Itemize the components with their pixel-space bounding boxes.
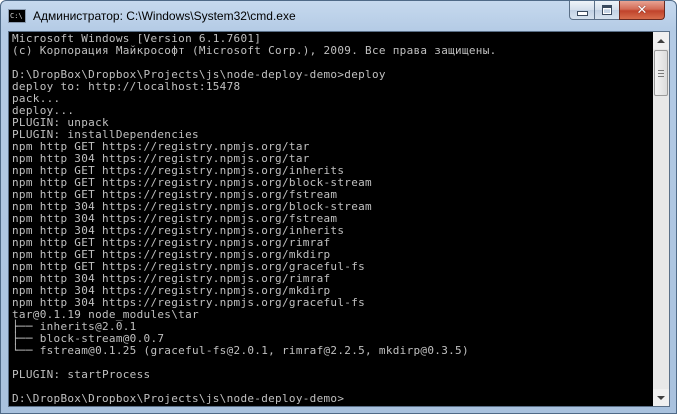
title-bar[interactable]: C:\ Администратор: C:\Windows\System32\c… bbox=[1, 1, 676, 31]
minimize-icon bbox=[576, 10, 588, 16]
console-line: D:\DropBox\Dropbox\Projects\js\node-depl… bbox=[12, 392, 345, 405]
minimize-button[interactable] bbox=[569, 1, 595, 20]
close-button[interactable]: ✕ bbox=[619, 1, 665, 20]
scroll-up-arrow-icon bbox=[657, 38, 665, 43]
thumb-grip-line bbox=[658, 75, 664, 77]
close-icon: ✕ bbox=[636, 2, 648, 18]
vertical-scrollbar[interactable] bbox=[653, 31, 670, 407]
console-line: PLUGIN: startProcess bbox=[12, 368, 151, 381]
console-text: Microsoft Windows [Version 6.1.7601] (c) … bbox=[12, 33, 497, 405]
console-line: └── fstream@0.1.25 (graceful-fs@2.0.1, r… bbox=[12, 344, 469, 357]
scroll-down-arrow-icon bbox=[657, 395, 665, 400]
thumb-grip-line bbox=[658, 69, 664, 71]
scroll-thumb[interactable] bbox=[654, 50, 668, 96]
thumb-grip-line bbox=[658, 72, 664, 74]
window-title: Администратор: C:\Windows\System32\cmd.e… bbox=[33, 9, 296, 23]
maximize-icon bbox=[602, 5, 612, 15]
scroll-up-button[interactable] bbox=[653, 32, 669, 49]
maximize-button[interactable] bbox=[594, 1, 620, 20]
console-output[interactable]: Microsoft Windows [Version 6.1.7601] (c) … bbox=[8, 31, 653, 407]
console-line: deploy to: http://localhost:15478 bbox=[12, 80, 241, 93]
console-line: pack... bbox=[12, 92, 61, 105]
cmd-app-icon[interactable]: C:\ bbox=[8, 9, 26, 23]
cmd-window: C:\ Администратор: C:\Windows\System32\c… bbox=[0, 0, 677, 414]
console-line: (c) Корпорация Майкрософт (Microsoft Cor… bbox=[12, 44, 497, 57]
scroll-down-button[interactable] bbox=[653, 389, 669, 406]
